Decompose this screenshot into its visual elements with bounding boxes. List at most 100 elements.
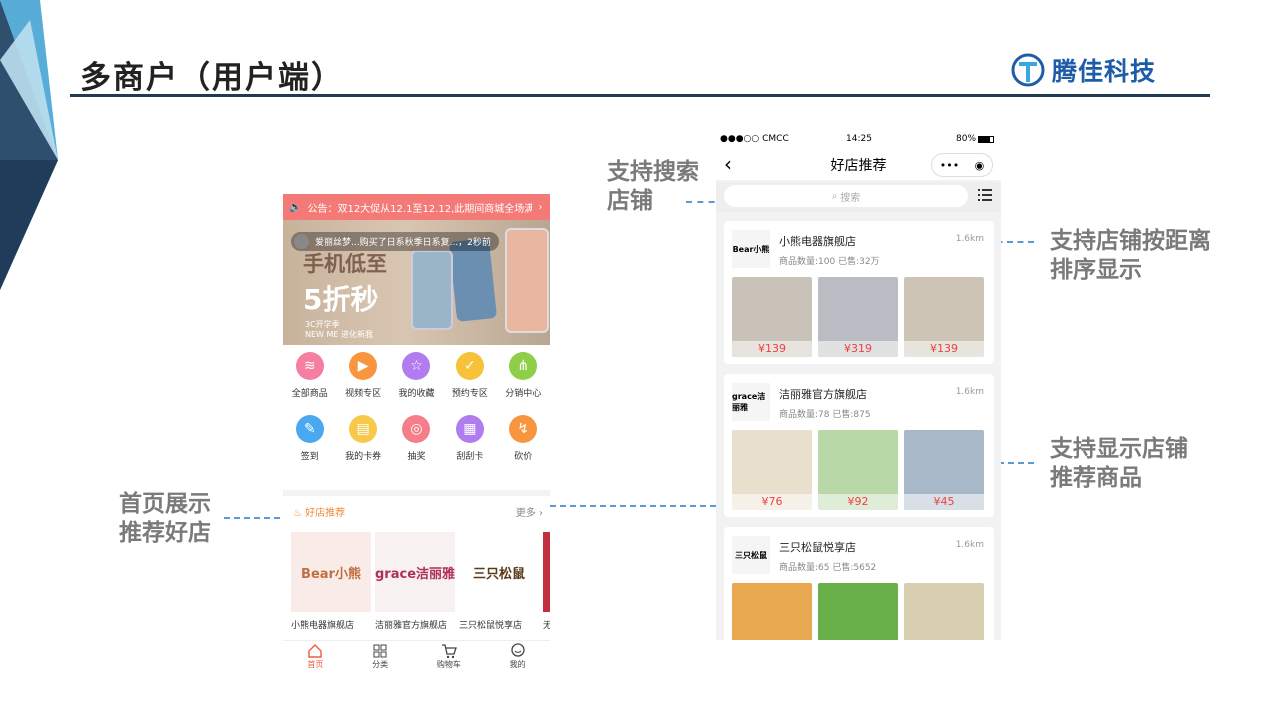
- shop-name: 无品: [543, 621, 550, 631]
- bottom-tabbar: 首页 分类 购物车 我的: [283, 640, 550, 672]
- feature-label: 我的收藏: [398, 389, 435, 399]
- coupon-icon: ▤: [349, 415, 378, 443]
- feature-grid: ≋ 全部商品 ▶ 视频专区 ☆ 我的收藏 ✓ 预约专区 ⋔ 分销中心 ✎ 签到 ▤ 我的卡券…: [283, 352, 550, 462]
- shop-name: 三只松鼠悦享店: [459, 621, 523, 631]
- shop-distance: 1.6km: [955, 387, 984, 397]
- user-icon: [510, 643, 525, 657]
- shop-name: 小熊电器旗舰店: [779, 235, 856, 248]
- tab-home[interactable]: 首页: [307, 641, 323, 672]
- product-thumb[interactable]: ¥92: [818, 430, 898, 510]
- feature-label: 预约专区: [451, 389, 488, 399]
- slide-title: 多商户（用户端）: [80, 60, 344, 96]
- close-target-icon[interactable]: ◉: [975, 159, 985, 172]
- search-input[interactable]: ⌕ 搜索: [724, 185, 968, 207]
- feature-item[interactable]: ≋ 全部商品: [283, 352, 336, 399]
- feature-item[interactable]: ◎ 抽奖: [390, 415, 443, 462]
- connector-line: [550, 505, 716, 507]
- battery-icon: [978, 136, 994, 143]
- callout-home: 首页展示 推荐好店: [119, 491, 211, 546]
- feature-label: 全部商品: [291, 389, 328, 399]
- feature-label: 分销中心: [505, 389, 542, 399]
- shop-card[interactable]: 三只松鼠 三只松鼠悦享店 商品数量:65 已售:5652 1.6km: [724, 527, 994, 640]
- notice-bar[interactable]: 🔈 公告：双12大促从12.1至12.12,此期间商城全场满88 ›: [283, 194, 550, 220]
- shop-card[interactable]: Bear小熊 小熊电器旗舰店 商品数量:100 已售:32万 1.6km ¥13…: [724, 221, 994, 364]
- tab-grid[interactable]: 分类: [372, 641, 388, 672]
- notice-text: 公告：双12大促从12.1至12.12,此期间商城全场满88: [307, 203, 533, 215]
- list-view-icon[interactable]: [978, 189, 992, 201]
- product-thumb[interactable]: [818, 583, 898, 640]
- lottery-icon: ◎: [402, 415, 431, 443]
- feature-item[interactable]: ▶ 视频专区: [336, 352, 389, 399]
- capsule-menu: ••• ◉: [931, 153, 993, 177]
- logo-text: 腾佳科技: [1052, 57, 1157, 86]
- feature-item[interactable]: ✎ 签到: [283, 415, 336, 462]
- product-row: ¥139 ¥319 ¥139: [732, 277, 984, 357]
- shop-logo: Bear小熊: [732, 230, 770, 268]
- shop-name: 洁丽雅官方旗舰店: [779, 388, 867, 401]
- company-logo: 腾佳科技: [1010, 52, 1156, 88]
- shop-tile[interactable]: 无品: [543, 532, 550, 631]
- product-price: ¥45: [904, 494, 984, 510]
- product-price: ¥76: [732, 494, 812, 510]
- recommend-header: ♨ 好店推荐 更多 ›: [293, 504, 543, 519]
- shop-logo: 三只松鼠: [732, 536, 770, 574]
- more-link[interactable]: 更多 ›: [516, 504, 543, 519]
- nav-bar: ‹ 好店推荐 ••• ◉: [716, 150, 1001, 180]
- recommended-shops: Bear小熊 小熊电器旗舰店 grace洁丽雅 洁丽雅官方旗舰店 三只松鼠 三只松鼠…: [291, 532, 550, 631]
- feature-item[interactable]: ↯ 砍价: [497, 415, 550, 462]
- feature-item[interactable]: ▦ 刮刮卡: [443, 415, 496, 462]
- product-thumb[interactable]: ¥76: [732, 430, 812, 510]
- product-thumb[interactable]: [732, 583, 812, 640]
- grid-icon: [373, 644, 387, 658]
- feature-label: 签到: [300, 452, 319, 462]
- carrier-signal: ●●●○○ CMCC: [720, 134, 789, 144]
- product-row: [732, 583, 984, 640]
- feature-item[interactable]: ☆ 我的收藏: [390, 352, 443, 399]
- product-thumb[interactable]: ¥139: [732, 277, 812, 357]
- home-icon: [308, 644, 323, 658]
- tab-cart[interactable]: 购物车: [437, 641, 461, 672]
- feature-item[interactable]: ✓ 预约专区: [443, 352, 496, 399]
- shop-logo: grace洁丽雅: [375, 532, 455, 612]
- product-thumb[interactable]: [904, 583, 984, 640]
- shop-card[interactable]: grace洁丽雅 洁丽雅官方旗舰店 商品数量:78 已售:875 1.6km ¥…: [724, 374, 994, 517]
- feature-item[interactable]: ▤ 我的卡券: [336, 415, 389, 462]
- phone-image: [505, 228, 549, 333]
- bargain-icon: ↯: [509, 415, 538, 443]
- slide-decoration: [0, 0, 58, 290]
- back-icon[interactable]: ‹: [724, 152, 732, 176]
- tab-label: 我的: [509, 660, 526, 669]
- purchase-toast: 爱丽丝梦...购买了日系秋季日系复...，2秒前: [291, 232, 499, 251]
- star-icon: ☆: [402, 352, 431, 380]
- callout-distance: 支持店铺按距离 排序显示: [1050, 228, 1211, 283]
- pen-icon: ✎: [295, 415, 324, 443]
- tab-user[interactable]: 我的: [510, 641, 526, 672]
- shop-stats: 商品数量:65 已售:5652: [779, 563, 877, 573]
- product-thumb[interactable]: ¥319: [818, 277, 898, 357]
- battery-level: 80%: [956, 134, 977, 144]
- shop-tile[interactable]: 三只松鼠 三只松鼠悦享店: [459, 532, 539, 631]
- tab-label: 首页: [307, 660, 324, 669]
- cart-icon: [441, 644, 457, 659]
- callout-search: 支持搜索 店铺: [607, 159, 699, 214]
- shop-logo: Bear小熊: [291, 532, 371, 612]
- tab-label: 购物车: [436, 660, 461, 669]
- feature-item[interactable]: ⋔ 分销中心: [497, 352, 550, 399]
- feature-label: 刮刮卡: [456, 452, 484, 462]
- shop-distance: 1.6km: [955, 234, 984, 244]
- product-row: ¥76 ¥92 ¥45: [732, 430, 984, 510]
- more-dots-icon[interactable]: •••: [940, 159, 959, 172]
- shop-tile[interactable]: grace洁丽雅 洁丽雅官方旗舰店: [375, 532, 455, 631]
- feature-label: 我的卡券: [345, 452, 382, 462]
- product-thumb[interactable]: ¥45: [904, 430, 984, 510]
- callout-products: 支持显示店铺 推荐商品: [1050, 436, 1188, 491]
- tab-label: 分类: [372, 660, 389, 669]
- shop-tile[interactable]: Bear小熊 小熊电器旗舰店: [291, 532, 371, 631]
- promo-banner[interactable]: 手机低至 5折秒 3C开学季 NEW ME 进化新我 爱丽丝梦...购买了日系秋季…: [283, 220, 550, 345]
- feature-label: 视频专区: [345, 389, 382, 399]
- product-price: ¥139: [904, 341, 984, 357]
- status-bar: ●●●○○ CMCC 14:25 80%: [716, 130, 1001, 150]
- product-thumb[interactable]: ¥139: [904, 277, 984, 357]
- feature-label: 抽奖: [407, 452, 426, 462]
- speaker-icon: 🔈: [289, 201, 302, 213]
